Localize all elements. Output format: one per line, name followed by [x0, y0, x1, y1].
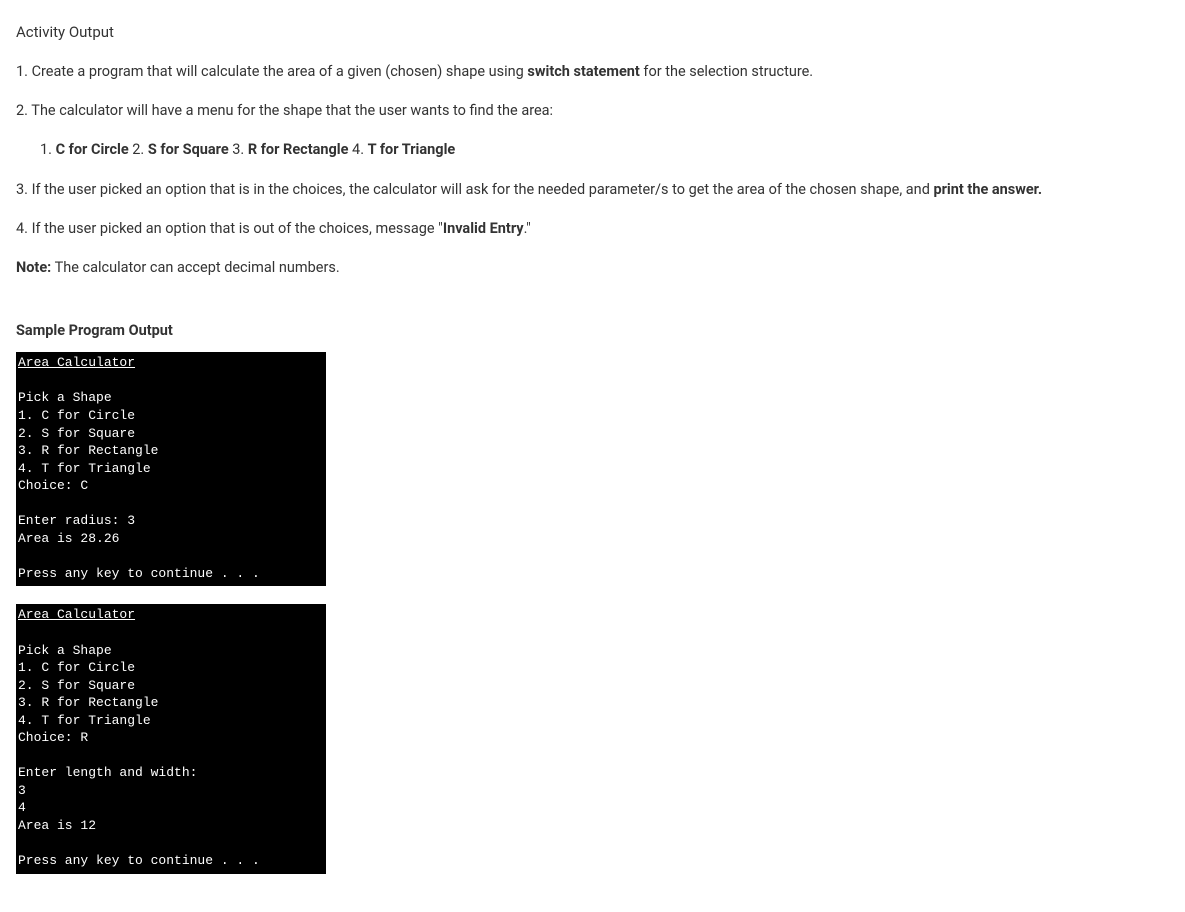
instruction-1-prefix: 1. Create a program that will calculate … — [16, 63, 527, 80]
console-1-body: Pick a Shape 1. C for Circle 2. S for Sq… — [18, 390, 260, 580]
instruction-3: 3. If the user picked an option that is … — [16, 178, 1169, 201]
menu-item-3: R for Rectangle — [248, 141, 349, 158]
instruction-4: 4. If the user picked an option that is … — [16, 217, 1169, 240]
instruction-1-bold: switch statement — [527, 63, 639, 80]
menu-item-2: S for Square — [148, 141, 229, 158]
instruction-4-suffix: ." — [524, 220, 531, 237]
note-label: Note: — [16, 259, 51, 276]
instruction-3-prefix: 3. If the user picked an option that is … — [16, 181, 933, 198]
instruction-3-bold: print the answer. — [933, 181, 1042, 198]
menu-item-1-num: 1. — [40, 141, 56, 158]
menu-item-4-num: 4. — [348, 141, 367, 158]
instruction-4-bold: Invalid Entry — [443, 220, 524, 237]
page-title: Activity Output — [16, 20, 1169, 44]
menu-item-1: C for Circle — [56, 141, 129, 158]
menu-item-3-num: 3. — [229, 141, 248, 158]
note-text: The calculator can accept decimal number… — [51, 259, 339, 276]
console-output-1: Area Calculator Pick a Shape 1. C for Ci… — [16, 352, 326, 586]
menu-item-2-num: 2. — [129, 141, 148, 158]
console-1-title: Area Calculator — [18, 355, 135, 370]
instruction-1: 1. Create a program that will calculate … — [16, 60, 1169, 83]
sample-output-heading: Sample Program Output — [16, 319, 1169, 342]
note-line: Note: The calculator can accept decimal … — [16, 256, 1169, 279]
console-2-body: Pick a Shape 1. C for Circle 2. S for Sq… — [18, 643, 260, 869]
instruction-2: 2. The calculator will have a menu for t… — [16, 99, 1169, 122]
shape-menu-list: 1. C for Circle 2. S for Square 3. R for… — [40, 138, 1169, 161]
console-output-2: Area Calculator Pick a Shape 1. C for Ci… — [16, 604, 326, 873]
console-2-title: Area Calculator — [18, 607, 135, 622]
instruction-1-suffix: for the selection structure. — [640, 63, 813, 80]
menu-item-4: T for Triangle — [368, 141, 456, 158]
instruction-4-prefix: 4. If the user picked an option that is … — [16, 220, 443, 237]
